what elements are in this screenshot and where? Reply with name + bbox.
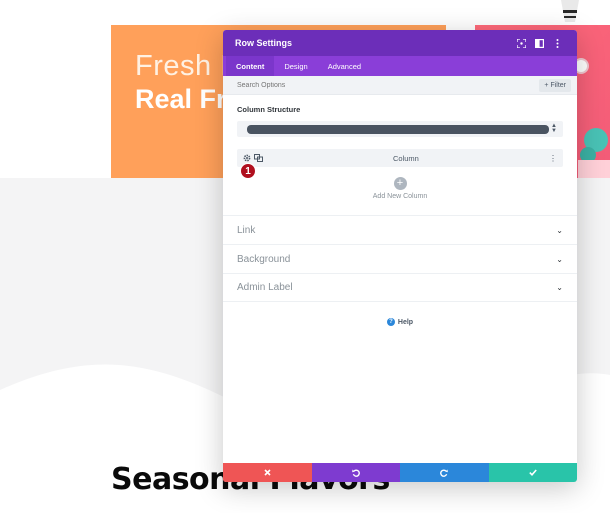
fullscreen-icon[interactable] — [513, 35, 529, 51]
chevron-down-icon: ⌄ — [556, 254, 563, 264]
tab-design[interactable]: Design — [274, 56, 317, 76]
help-link[interactable]: ? Help — [223, 318, 577, 326]
help-icon: ? — [386, 318, 395, 326]
row-settings-modal: Row Settings Content Design Advanced + F… — [223, 30, 577, 482]
column-more-icon[interactable]: ⋮ — [549, 154, 557, 163]
help-label: Help — [397, 318, 414, 326]
hero-heading-line1: Fresh I — [135, 50, 229, 82]
undo-button[interactable] — [311, 463, 400, 482]
split-view-icon[interactable] — [531, 35, 547, 51]
redo-button[interactable] — [400, 463, 489, 482]
toggle-link-label: Link — [237, 224, 256, 236]
column-structure-label: Column Structure — [237, 105, 301, 114]
modal-footer — [223, 463, 577, 482]
column-label: Column — [393, 153, 419, 163]
tab-advanced[interactable]: Advanced — [318, 56, 371, 76]
add-column-area: + Add New Column — [237, 177, 563, 200]
chevron-down-icon: ⌄ — [556, 225, 563, 235]
column-item[interactable]: Column ⋮ 1 — [237, 149, 563, 179]
cup-image — [561, 0, 579, 22]
step-badge: 1 — [240, 163, 256, 179]
save-button[interactable] — [488, 463, 577, 482]
column-structure-select[interactable]: ▲ ▼ — [237, 121, 563, 137]
toggle-admin-label[interactable]: Admin Label ⌄ — [223, 273, 577, 302]
more-options-icon[interactable] — [549, 35, 565, 51]
mint-decoration-image — [578, 128, 610, 178]
duplicate-icon[interactable] — [254, 149, 263, 167]
check-icon — [528, 469, 537, 476]
add-column-label[interactable]: Add New Column — [373, 193, 427, 200]
column-structure-section: Column Structure ▲ ▼ Column ⋮ 1 + Add New… — [223, 95, 577, 200]
undo-icon — [351, 469, 360, 477]
add-column-button[interactable]: + — [393, 177, 407, 190]
column-structure-bar — [247, 124, 549, 134]
settings-toggles: Link ⌄ Background ⌄ Admin Label ⌄ — [223, 215, 577, 302]
modal-tabs: Content Design Advanced — [223, 56, 577, 76]
select-arrows-icon: ▲ ▼ — [551, 123, 557, 134]
search-options-input[interactable] — [237, 81, 540, 89]
redo-icon — [440, 469, 449, 477]
hero-heading-line2: Real Fr — [135, 84, 227, 114]
close-icon — [264, 469, 271, 476]
modal-title: Row Settings — [235, 38, 293, 48]
toggle-background[interactable]: Background ⌄ — [223, 244, 577, 273]
modal-header: Row Settings — [223, 30, 577, 56]
filter-button[interactable]: + Filter — [539, 78, 571, 92]
toggle-admin-label-label: Admin Label — [237, 282, 293, 293]
toggle-link[interactable]: Link ⌄ — [223, 215, 577, 244]
toggle-background-label: Background — [237, 253, 291, 265]
tab-content[interactable]: Content — [226, 56, 275, 76]
search-bar: + Filter — [223, 76, 577, 95]
cancel-button[interactable] — [223, 463, 312, 482]
chevron-down-icon: ⌄ — [556, 283, 563, 292]
